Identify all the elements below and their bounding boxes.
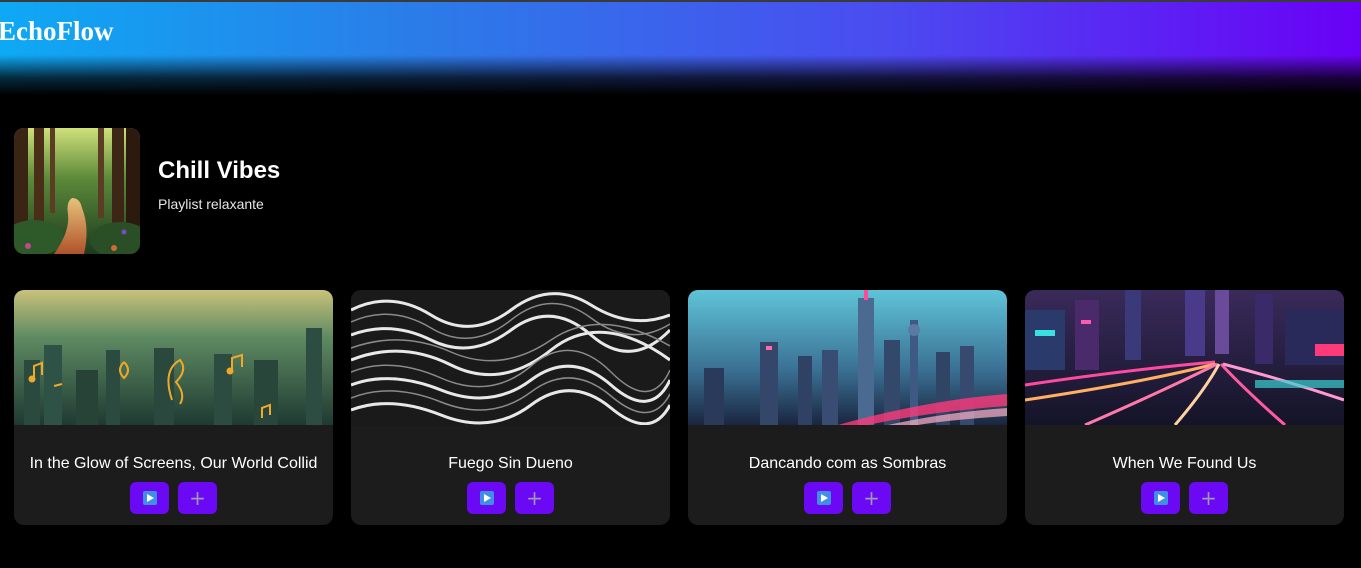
track-card[interactable]: When We Found Us +	[1025, 290, 1344, 525]
add-to-playlist-button[interactable]: +	[1189, 482, 1228, 514]
play-icon	[816, 491, 831, 505]
play-icon	[142, 491, 157, 505]
plus-icon: +	[863, 486, 880, 510]
playlist-cover-image	[14, 128, 140, 254]
add-to-playlist-button[interactable]: +	[178, 482, 217, 514]
play-icon	[479, 491, 494, 505]
neon-skyline-image	[688, 290, 1007, 425]
playlist-title: Chill Vibes	[158, 157, 281, 184]
track-title: Fuego Sin Dueno	[448, 455, 573, 472]
play-icon	[1153, 491, 1168, 505]
play-button[interactable]	[1141, 482, 1180, 514]
play-button[interactable]	[130, 482, 169, 514]
plus-icon: +	[526, 486, 543, 510]
add-to-playlist-button[interactable]: +	[852, 482, 891, 514]
plus-icon: +	[189, 486, 206, 510]
track-actions: +	[688, 482, 1007, 514]
track-actions: +	[351, 482, 670, 514]
neon-highway-image	[1025, 290, 1344, 425]
play-button[interactable]	[804, 482, 843, 514]
wavy-lines-image	[351, 290, 670, 425]
track-actions: +	[14, 482, 333, 514]
app-logo[interactable]: EchoFlow	[0, 16, 114, 47]
add-to-playlist-button[interactable]: +	[515, 482, 554, 514]
track-actions: +	[1025, 482, 1344, 514]
track-title: In the Glow of Screens, Our World Collid	[29, 455, 318, 472]
playlist-subtitle: Playlist relaxante	[158, 196, 264, 212]
play-button[interactable]	[467, 482, 506, 514]
plus-icon: +	[1200, 486, 1217, 510]
track-title: When We Found Us	[1112, 455, 1257, 472]
track-title: Dancando com as Sombras	[748, 455, 947, 472]
track-card[interactable]: In the Glow of Screens, Our World Collid…	[14, 290, 333, 525]
track-card[interactable]: Dancando com as Sombras +	[688, 290, 1007, 525]
top-header: EchoFlow	[0, 0, 1361, 95]
track-card[interactable]: Fuego Sin Dueno +	[351, 290, 670, 525]
city-music-notes-image	[14, 290, 333, 425]
